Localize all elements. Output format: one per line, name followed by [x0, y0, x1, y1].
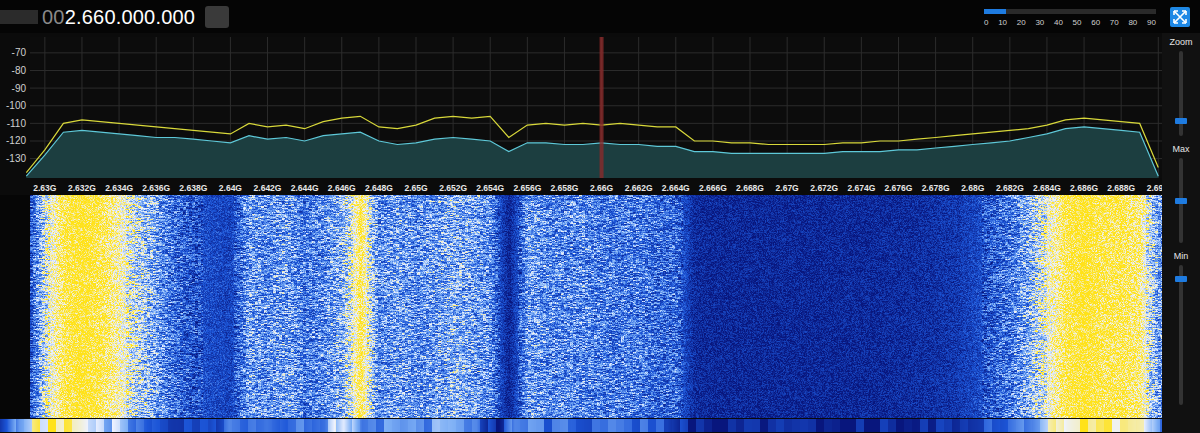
slider-thumb[interactable] — [1175, 118, 1187, 124]
y-tick: -90 — [12, 83, 27, 94]
frequency-display[interactable]: 002.660.000.000 — [42, 5, 195, 29]
slider-track[interactable] — [1179, 51, 1183, 136]
x-tick: 2.674G — [847, 183, 875, 193]
frequency-value: 2.660.000.000 — [65, 6, 196, 28]
x-tick: 2.668G — [736, 183, 764, 193]
x-tick: 2.648G — [365, 183, 393, 193]
x-tick: 2.65G — [404, 183, 428, 193]
x-tick: 2.644G — [291, 183, 319, 193]
grid-line — [30, 52, 1162, 53]
slider-label: Min — [1174, 251, 1189, 262]
x-tick: 2.63G — [33, 183, 57, 193]
frequency-prefix: 00 — [42, 6, 65, 28]
x-tick: 2.658G — [551, 183, 579, 193]
y-tick: -70 — [12, 47, 27, 58]
fullscreen-button[interactable] — [1170, 7, 1190, 27]
locate-button[interactable] — [205, 6, 229, 28]
gain-tick: 50 — [1073, 17, 1082, 29]
slider-track[interactable] — [1179, 265, 1183, 405]
x-tick: 2.654G — [476, 183, 504, 193]
grid-line — [1158, 37, 1159, 178]
side-slider[interactable]: Zoom — [1169, 37, 1192, 136]
side-panel: Zoom Max Min — [1162, 33, 1200, 433]
x-tick: 2.688G — [1107, 183, 1135, 193]
x-tick: 2.634G — [105, 183, 133, 193]
x-tick: 2.67G — [776, 183, 800, 193]
x-tick: 2.676G — [885, 183, 913, 193]
slider-label: Max — [1172, 144, 1189, 155]
sdr-window: 002.660.000.000 0 10 20 30 40 50 60 70 80 90 — [0, 0, 1200, 433]
x-tick: 2.682G — [996, 183, 1024, 193]
overview-strip[interactable] — [0, 418, 1162, 433]
gain-fill — [984, 9, 1006, 14]
slider-track[interactable] — [1179, 158, 1183, 243]
x-tick: 2.68G — [961, 183, 985, 193]
y-tick: -80 — [12, 65, 27, 76]
spectrum-chart[interactable]: -70 -80 -90 -100 -110 -120 -130 2.63G 2.632G 2.63… — [0, 33, 1162, 195]
x-tick: 2.64G — [219, 183, 243, 193]
average-fill — [26, 127, 1158, 178]
gain-tick: 10 — [998, 17, 1007, 29]
frequency-marker[interactable] — [600, 37, 604, 178]
x-tick: 2.664G — [662, 183, 690, 193]
grid-line — [30, 105, 1162, 106]
grid-line — [30, 88, 1162, 89]
x-tick: 2.632G — [68, 183, 96, 193]
side-slider[interactable]: Min — [1174, 251, 1189, 405]
y-tick: -110 — [7, 118, 27, 129]
y-tick: -120 — [6, 135, 26, 146]
side-slider[interactable]: Max — [1172, 144, 1189, 243]
gain-track[interactable] — [984, 9, 1156, 14]
y-tick: -130 — [6, 153, 26, 164]
gain-slider[interactable]: 0 10 20 30 40 50 60 70 80 90 — [984, 9, 1156, 29]
x-tick: 2.686G — [1070, 183, 1098, 193]
top-bar: 002.660.000.000 0 10 20 30 40 50 60 70 80 90 — [0, 0, 1200, 33]
y-tick: -100 — [6, 100, 26, 111]
gain-tick: 60 — [1091, 17, 1100, 29]
x-tick: 2.662G — [625, 183, 653, 193]
x-tick: 2.66G — [590, 183, 614, 193]
x-tick: 2.638G — [179, 183, 207, 193]
slider-thumb[interactable] — [1175, 276, 1187, 282]
x-tick: 2.672G — [810, 183, 838, 193]
gain-tick: 70 — [1110, 17, 1119, 29]
grid-line — [30, 70, 1162, 71]
x-tick: 2.652G — [439, 183, 467, 193]
x-tick: 2.69G — [1147, 183, 1162, 193]
fullscreen-icon — [1170, 7, 1190, 27]
x-tick: 2.678G — [922, 183, 950, 193]
slider-label: Zoom — [1169, 37, 1192, 48]
x-tick: 2.636G — [142, 183, 170, 193]
gain-ticks: 0 10 20 30 40 50 60 70 80 90 — [984, 17, 1156, 29]
gain-tick: 30 — [1035, 17, 1044, 29]
gain-tick: 80 — [1128, 17, 1137, 29]
input-stub — [0, 10, 38, 24]
grid-line — [30, 123, 1162, 124]
x-tick: 2.646G — [328, 183, 356, 193]
gain-tick: 40 — [1054, 17, 1063, 29]
gain-tick: 20 — [1017, 17, 1026, 29]
waterfall[interactable] — [30, 195, 1162, 418]
average-line — [26, 127, 1158, 176]
x-tick: 2.656G — [513, 183, 541, 193]
gain-tick: 90 — [1147, 17, 1156, 29]
x-tick: 2.642G — [254, 183, 282, 193]
x-tick: 2.684G — [1033, 183, 1061, 193]
peak-line — [26, 116, 1158, 172]
x-tick: 2.666G — [699, 183, 727, 193]
slider-thumb[interactable] — [1175, 198, 1187, 204]
gain-tick: 0 — [984, 17, 988, 29]
